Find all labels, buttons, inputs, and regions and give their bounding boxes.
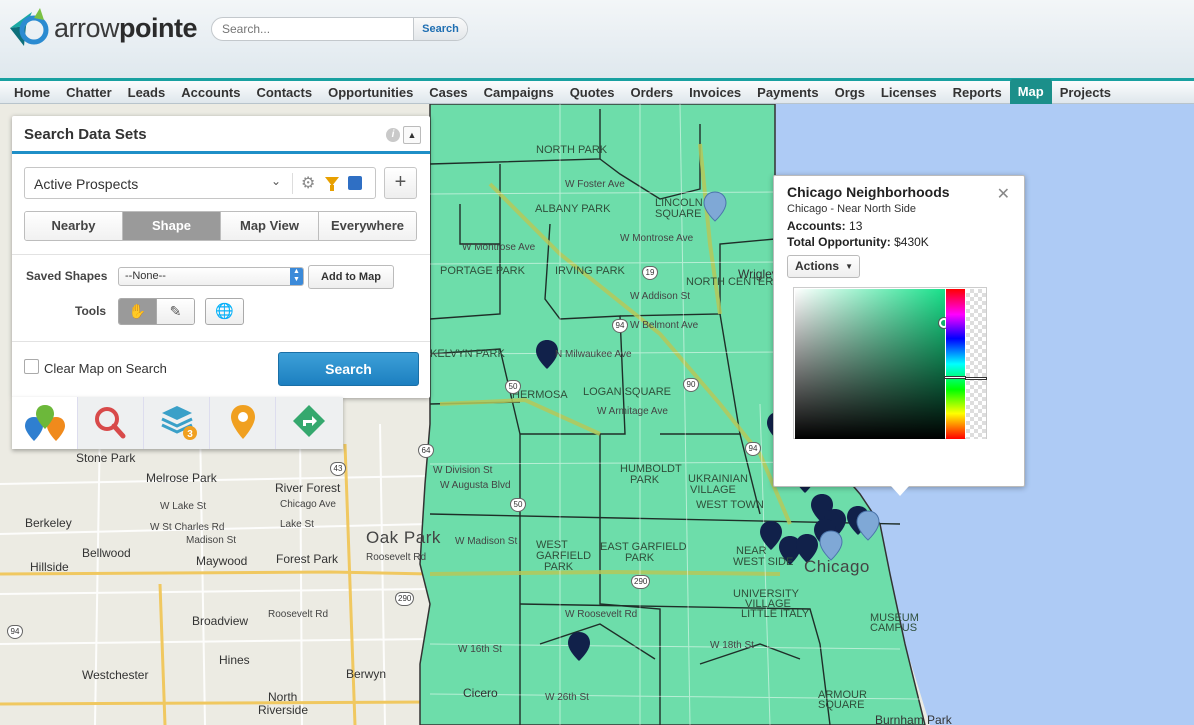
search-data-sets-panel: Search Data Sets i ▲ Active Prospects ⌄ … xyxy=(12,116,430,398)
tab-cases[interactable]: Cases xyxy=(421,81,475,103)
tab-orgs[interactable]: Orgs xyxy=(827,81,873,103)
search-button[interactable]: Search xyxy=(278,352,419,386)
tab-licenses[interactable]: Licenses xyxy=(873,81,945,103)
mode-tab-map-view[interactable]: Map View xyxy=(221,212,319,240)
globe-icon[interactable]: 🌐 xyxy=(205,298,244,325)
data-set-color-swatch[interactable] xyxy=(348,176,362,190)
tab-quotes[interactable]: Quotes xyxy=(562,81,623,103)
tab-home[interactable]: Home xyxy=(6,81,58,103)
tab-markers[interactable] xyxy=(12,397,78,449)
divider xyxy=(12,254,430,255)
gear-icon[interactable]: ⚙ xyxy=(301,173,315,193)
saturation-value-area[interactable] xyxy=(795,289,945,439)
tab-layers[interactable]: 3 xyxy=(144,397,210,449)
tab-invoices[interactable]: Invoices xyxy=(681,81,749,103)
tools-label: Tools xyxy=(75,304,107,318)
tab-opportunities[interactable]: Opportunities xyxy=(320,81,421,103)
tab-projects[interactable]: Projects xyxy=(1052,81,1119,103)
tab-orders[interactable]: Orders xyxy=(622,81,681,103)
markers-icon xyxy=(25,405,65,441)
data-set-value: Active Prospects xyxy=(34,176,139,192)
collapse-panel-button[interactable]: ▲ xyxy=(403,126,421,144)
select-arrows-icon: ▲ ▼ xyxy=(290,268,303,285)
hue-slider-handle[interactable] xyxy=(944,376,967,379)
tab-campaigns[interactable]: Campaigns xyxy=(476,81,562,103)
mode-tab-nearby[interactable]: Nearby xyxy=(25,212,123,240)
tab-places[interactable] xyxy=(210,397,276,449)
global-search-button[interactable]: Search xyxy=(413,18,467,40)
tools-group: ✋ ✎ xyxy=(118,298,195,325)
divider xyxy=(12,341,430,342)
clear-map-label: Clear Map on Search xyxy=(44,361,167,376)
actions-dropdown[interactable]: Actions ▼ xyxy=(787,255,860,278)
tab-reports[interactable]: Reports xyxy=(945,81,1010,103)
arrowpointe-logo[interactable]: arrowpointe xyxy=(4,4,204,50)
tab-search[interactable] xyxy=(78,397,144,449)
data-set-select[interactable]: Active Prospects ⌄ ⚙ xyxy=(24,167,376,199)
logo-mark-icon xyxy=(10,8,49,46)
tab-chatter[interactable]: Chatter xyxy=(58,81,120,103)
opacity-slider[interactable] xyxy=(966,289,986,439)
global-search-input[interactable] xyxy=(212,18,414,40)
panel-header: Search Data Sets i ▲ xyxy=(12,116,430,154)
mode-tab-shape[interactable]: Shape xyxy=(123,212,221,240)
logo-wordmark: arrowpointe xyxy=(54,13,198,43)
divider xyxy=(292,173,293,194)
tab-contacts[interactable]: Contacts xyxy=(248,81,320,103)
panel-bottom-tabs: 3 xyxy=(12,397,343,449)
hue-slider[interactable] xyxy=(946,289,965,439)
caret-down-icon: ▼ xyxy=(845,262,853,271)
layers-icon: 3 xyxy=(161,406,197,440)
tab-leads[interactable]: Leads xyxy=(120,81,174,103)
saved-shapes-value: --None-- xyxy=(125,270,166,282)
chevron-down-icon: ⌄ xyxy=(271,174,282,188)
color-picker xyxy=(793,287,987,439)
tab-payments[interactable]: Payments xyxy=(749,81,826,103)
neighborhood-info-popup: Chicago Neighborhoods ✕ Chicago - Near N… xyxy=(773,175,1025,496)
info-icon[interactable]: i xyxy=(386,128,400,142)
tab-accounts[interactable]: Accounts xyxy=(173,81,248,103)
popup-opportunity: Total Opportunity: $430K xyxy=(787,235,929,249)
global-search: Search xyxy=(211,17,468,41)
add-to-map-button[interactable]: Add to Map xyxy=(308,265,394,289)
layers-badge: 3 xyxy=(187,429,193,440)
panel-title: Search Data Sets xyxy=(24,126,147,143)
search-mode-tabs: Nearby Shape Map View Everywhere xyxy=(24,211,417,241)
saved-shapes-select[interactable]: --None-- ▲ ▼ xyxy=(118,267,304,286)
top-header: arrowpointe Search xyxy=(0,0,1194,78)
close-icon[interactable]: ✕ xyxy=(997,184,1010,204)
add-data-set-button[interactable]: + xyxy=(384,167,417,199)
pencil-draw-icon[interactable]: ✎ xyxy=(156,299,194,324)
mode-tab-everywhere[interactable]: Everywhere xyxy=(319,212,416,240)
location-pin-icon xyxy=(231,405,255,439)
popup-title: Chicago Neighborhoods xyxy=(787,184,950,200)
opacity-slider-handle[interactable] xyxy=(965,377,987,380)
route-directions-icon xyxy=(293,405,325,437)
filter-icon[interactable] xyxy=(325,177,339,191)
popup-subtitle: Chicago - Near North Side xyxy=(787,203,917,215)
tab-routes[interactable] xyxy=(276,397,342,449)
pan-hand-icon[interactable]: ✋ xyxy=(119,299,156,324)
clear-map-checkbox[interactable] xyxy=(24,359,39,374)
popup-accounts: Accounts: 13 xyxy=(787,219,863,233)
saved-shapes-label: Saved Shapes xyxy=(26,269,108,283)
tab-map[interactable]: Map xyxy=(1009,79,1052,104)
search-icon xyxy=(95,407,126,439)
main-nav: Home Chatter Leads Accounts Contacts Opportun… xyxy=(0,78,1194,104)
